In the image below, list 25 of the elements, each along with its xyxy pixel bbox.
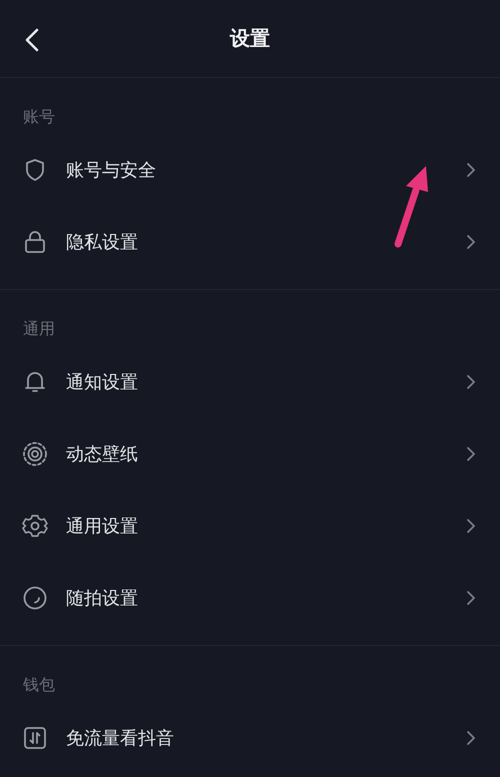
settings-item[interactable]: 账号与安全: [66, 158, 466, 182]
target-icon: [22, 441, 48, 467]
bell-icon: [22, 369, 48, 395]
chevron-icon: [466, 730, 476, 746]
chevron-icon: [466, 374, 476, 390]
chevron-icon: [466, 162, 476, 178]
back-icon: [25, 28, 39, 52]
settings-item[interactable]: 动态壁纸: [66, 442, 466, 466]
chevron-icon: [466, 590, 476, 606]
chevron-icon: [466, 234, 476, 250]
lock-icon: [22, 229, 48, 255]
settings-item[interactable]: 免流量看抖音: [66, 726, 466, 750]
chevron-icon: [466, 446, 476, 462]
settings-item[interactable]: 通用设置: [66, 514, 466, 538]
section-title: 通用: [22, 318, 56, 340]
circle-icon: [22, 585, 48, 611]
data-icon: [22, 725, 48, 751]
page-title: 设置: [230, 25, 270, 52]
settings-item[interactable]: 随拍设置: [66, 586, 466, 610]
settings-item[interactable]: 通知设置: [66, 370, 466, 394]
settings-icon: [22, 513, 48, 539]
chevron-icon: [466, 518, 476, 534]
settings-item[interactable]: 隐私设置: [66, 230, 466, 254]
section-title: 钱包: [22, 674, 56, 696]
section-title: 账号: [22, 106, 56, 128]
